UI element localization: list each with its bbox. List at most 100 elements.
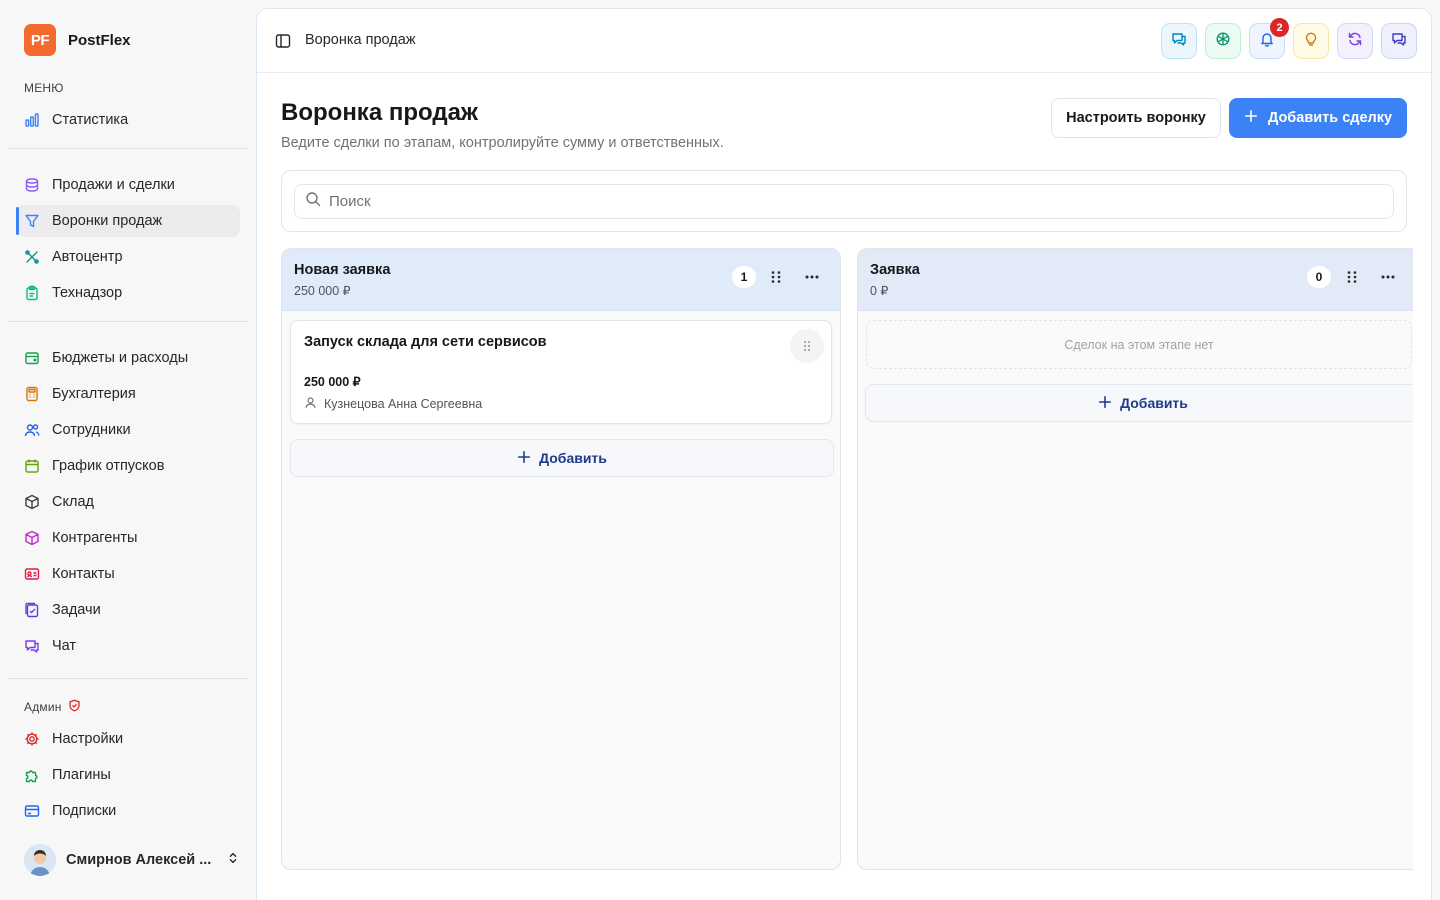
deal-title: Запуск склада для сети сервисов (304, 334, 547, 350)
brand-name: PostFlex (68, 31, 131, 49)
sidebar-item-autocenter[interactable]: Автоцентр (16, 241, 240, 273)
add-card-button[interactable]: Добавить (290, 439, 834, 477)
column-header: Новая заявка 250 000 ₽ 1 (282, 249, 840, 311)
column-title: Заявка (870, 262, 920, 278)
sidebar-item-budgets[interactable]: Бюджеты и расходы (16, 342, 240, 374)
sidebar-item-label: Воронки продаж (52, 213, 163, 229)
chevron-up-down-icon (226, 851, 240, 870)
add-deal-button[interactable]: Добавить сделку (1229, 98, 1407, 138)
add-card-label: Добавить (539, 450, 607, 466)
drag-handle-icon[interactable] (767, 268, 785, 286)
tasks-icon (24, 602, 40, 618)
sidebar-item-sales[interactable]: Продажи и сделки (16, 169, 240, 201)
sidebar-item-label: Сотрудники (52, 422, 131, 438)
drag-handle-icon[interactable] (790, 329, 824, 363)
sidebar-item-label: Задачи (52, 602, 101, 618)
sidebar-item-label: Продажи и сделки (52, 177, 175, 193)
admin-section-label: Админ (24, 699, 81, 715)
drag-handle-icon[interactable] (1343, 268, 1361, 286)
calculator-icon (24, 386, 40, 402)
sidebar-item-tech-supervision[interactable]: Технадзор (16, 277, 240, 309)
sidebar-item-chat[interactable]: Чат (16, 630, 240, 662)
shield-check-icon (68, 699, 81, 715)
header-actions: 2 (1161, 18, 1417, 59)
brand[interactable]: PF PostFlex (24, 24, 131, 56)
support-chat-button[interactable] (1381, 23, 1417, 59)
sidebar-item-subscriptions[interactable]: Подписки (16, 795, 240, 827)
ideas-button[interactable] (1293, 23, 1329, 59)
column-count-badge: 1 (732, 266, 756, 288)
sidebar-item-vacations[interactable]: График отпусков (16, 450, 240, 482)
sidebar-divider (8, 148, 248, 149)
sidebar-item-accounting[interactable]: Бухгалтерия (16, 378, 240, 410)
user-menu[interactable]: Смирнов Алексей ... (16, 840, 240, 880)
column-header: Заявка 0 ₽ 0 (858, 249, 1413, 311)
sidebar-item-employees[interactable]: Сотрудники (16, 414, 240, 446)
plus-icon (517, 450, 531, 467)
sidebar-item-label: Чат (52, 638, 77, 654)
search-input[interactable] (329, 193, 1393, 210)
page-subtitle: Ведите сделки по этапам, контролируйте с… (281, 135, 724, 151)
sidebar-item-label: Статистика (52, 112, 129, 128)
sidebar-item-tasks[interactable]: Задачи (16, 594, 240, 626)
avatar (24, 844, 56, 876)
sidebar-item-label: Бюджеты и расходы (52, 350, 189, 366)
admin-label-text: Админ (24, 700, 62, 714)
wrench-icon (24, 249, 40, 265)
contact-card-icon (24, 566, 40, 582)
chat-icon (1391, 31, 1407, 52)
more-options-icon[interactable] (1379, 268, 1397, 286)
add-card-button[interactable]: Добавить (865, 384, 1413, 422)
configure-funnel-button[interactable]: Настроить воронку (1051, 98, 1221, 138)
breadcrumb: Воронка продаж (305, 32, 416, 48)
wallet-icon (24, 350, 40, 366)
messages-button[interactable] (1161, 23, 1197, 59)
column-count-badge: 0 (1307, 266, 1331, 288)
sync-button[interactable] (1337, 23, 1373, 59)
empty-state: Сделок на этом этапе нет (866, 320, 1412, 369)
sidebar-item-plugins[interactable]: Плагины (16, 759, 240, 791)
deal-responsible: Кузнецова Анна Сергеевна (304, 396, 482, 412)
package-icon (24, 530, 40, 546)
page-title: Воронка продаж (281, 99, 478, 126)
add-deal-label: Добавить сделку (1267, 110, 1393, 126)
openai-knot-icon (1215, 31, 1231, 52)
sidebar-item-label: График отпусков (52, 458, 165, 474)
more-options-icon[interactable] (803, 268, 821, 286)
notifications-button[interactable]: 2 (1249, 18, 1289, 59)
sidebar: PF PostFlex МЕНЮ Статистика Продажи и сд… (0, 0, 256, 900)
sidebar-item-statistics[interactable]: Статистика (16, 104, 240, 136)
funnel-icon (24, 213, 40, 229)
credit-card-icon (24, 803, 40, 819)
deal-card[interactable]: Запуск склада для сети сервисов 250 000 … (290, 320, 832, 424)
sidebar-item-funnels[interactable]: Воронки продаж (16, 205, 240, 237)
database-icon (24, 177, 40, 193)
search-icon (305, 191, 321, 212)
main-panel: Воронка продаж 2 Воронка продаж Ведите с… (256, 8, 1432, 900)
chat-icon (24, 638, 40, 654)
search-box[interactable] (294, 184, 1394, 219)
sidebar-item-contacts[interactable]: Контакты (16, 558, 240, 590)
sidebar-item-settings[interactable]: Настройки (16, 723, 240, 755)
add-card-label: Добавить (1120, 395, 1188, 411)
sidebar-divider (8, 321, 248, 322)
sidebar-toggle-icon[interactable] (275, 33, 291, 54)
sidebar-item-counterparties[interactable]: Контрагенты (16, 522, 240, 554)
sidebar-item-label: Контакты (52, 566, 115, 582)
sidebar-item-label: Плагины (52, 767, 111, 783)
bar-chart-icon (24, 112, 40, 128)
pipeline-column-new-request: Новая заявка 250 000 ₽ 1 Запуск склада д… (281, 248, 841, 870)
search-panel (281, 170, 1407, 232)
box-icon (24, 494, 40, 510)
integrations-button[interactable] (1205, 23, 1241, 59)
deal-amount: 250 000 ₽ (304, 375, 361, 389)
notifications-badge: 2 (1270, 18, 1289, 37)
user-icon (304, 396, 317, 412)
user-name: Смирнов Алексей ... (66, 852, 212, 868)
menu-section-label: МЕНЮ (24, 81, 64, 95)
brand-logo: PF (24, 24, 56, 56)
sidebar-item-label: Бухгалтерия (52, 386, 136, 402)
users-icon (24, 422, 40, 438)
sidebar-item-warehouse[interactable]: Склад (16, 486, 240, 518)
sidebar-item-label: Контрагенты (52, 530, 138, 546)
